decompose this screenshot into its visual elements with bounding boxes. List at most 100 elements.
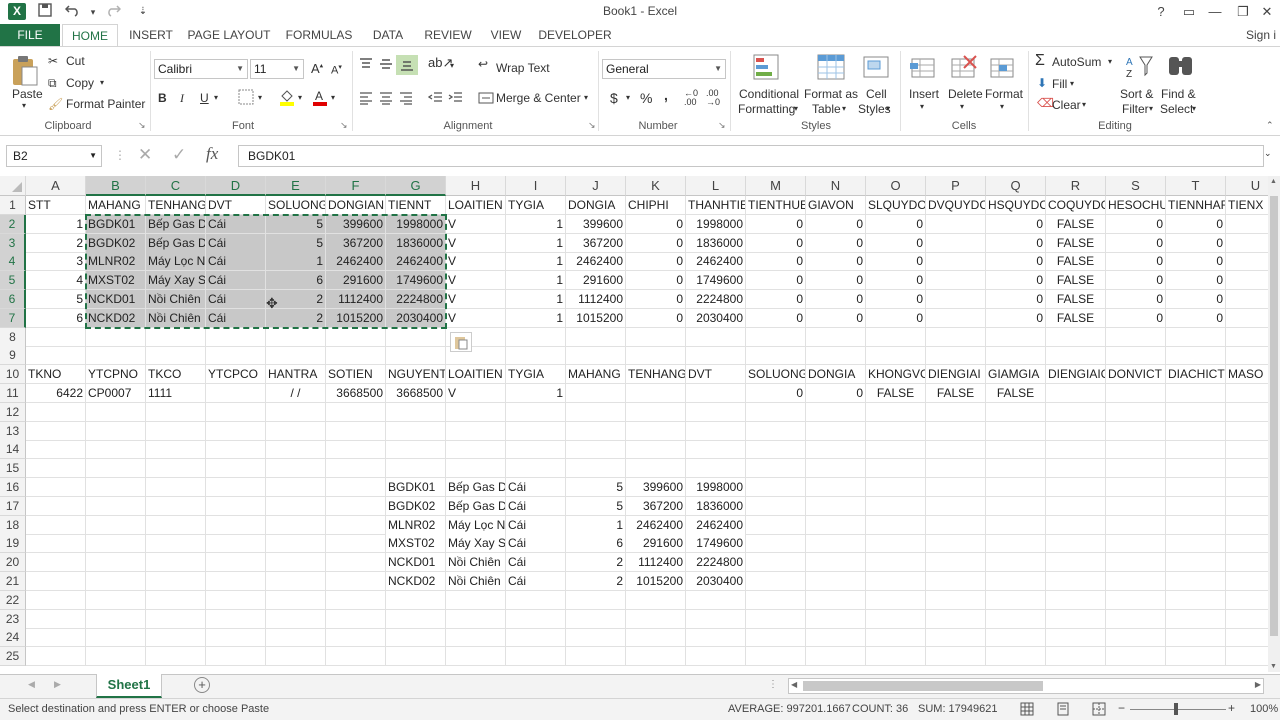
table-cell[interactable]: 0 bbox=[1166, 308, 1226, 328]
table-cell[interactable]: 0 bbox=[806, 271, 866, 291]
table-cell[interactable]: DONVICT bbox=[1106, 365, 1166, 385]
collapse-ribbon-icon[interactable]: ⌃ bbox=[1266, 120, 1274, 131]
table-cell[interactable] bbox=[926, 628, 986, 648]
table-cell[interactable] bbox=[86, 421, 146, 441]
table-cell[interactable]: Cái bbox=[506, 478, 566, 497]
table-cell[interactable] bbox=[1106, 459, 1166, 479]
table-cell[interactable] bbox=[146, 628, 206, 648]
tab-data[interactable]: DATA bbox=[366, 24, 410, 46]
table-cell[interactable] bbox=[566, 459, 626, 479]
format-as-table-button-line2[interactable]: Table bbox=[812, 102, 841, 116]
table-cell[interactable] bbox=[746, 553, 806, 573]
number-launcher-icon[interactable]: ↘ bbox=[718, 120, 726, 131]
table-cell[interactable] bbox=[26, 478, 86, 497]
table-cell[interactable] bbox=[1106, 609, 1166, 629]
table-cell[interactable] bbox=[1046, 590, 1106, 610]
table-cell[interactable]: 0 bbox=[986, 271, 1046, 291]
table-cell[interactable] bbox=[386, 590, 446, 610]
table-cell[interactable] bbox=[746, 440, 806, 460]
table-cell[interactable] bbox=[626, 459, 686, 479]
table-cell[interactable]: DONGIAN bbox=[326, 196, 386, 215]
table-cell[interactable] bbox=[86, 609, 146, 629]
table-cell[interactable] bbox=[986, 327, 1046, 347]
page-layout-view-icon[interactable] bbox=[1056, 702, 1070, 719]
table-cell[interactable] bbox=[506, 402, 566, 422]
row-header[interactable]: 20 bbox=[0, 553, 26, 573]
table-cell[interactable]: SLQUYDOI bbox=[866, 196, 926, 215]
table-cell[interactable] bbox=[326, 440, 386, 460]
table-cell[interactable] bbox=[326, 346, 386, 366]
table-cell[interactable] bbox=[326, 402, 386, 422]
table-cell[interactable]: 0 bbox=[866, 214, 926, 234]
table-cell[interactable] bbox=[1046, 421, 1106, 441]
table-cell[interactable] bbox=[1166, 402, 1226, 422]
column-header[interactable]: N bbox=[806, 176, 866, 196]
select-all-button[interactable] bbox=[0, 176, 26, 196]
cut-button[interactable]: Cut bbox=[66, 54, 85, 68]
table-cell[interactable] bbox=[86, 346, 146, 366]
table-cell[interactable] bbox=[1046, 496, 1106, 516]
table-cell[interactable]: 0 bbox=[1166, 252, 1226, 272]
table-cell[interactable] bbox=[866, 421, 926, 441]
table-cell[interactable] bbox=[146, 553, 206, 573]
table-cell[interactable] bbox=[1046, 628, 1106, 648]
autosum-icon[interactable]: Σ bbox=[1035, 52, 1045, 70]
table-cell[interactable] bbox=[26, 346, 86, 366]
cell-styles-dropdown-icon[interactable]: ▾ bbox=[886, 104, 890, 113]
orientation-dropdown-icon[interactable]: ▾ bbox=[450, 61, 454, 70]
table-cell[interactable] bbox=[746, 628, 806, 648]
insert-cells-icon[interactable] bbox=[909, 53, 939, 83]
table-cell[interactable]: 399600 bbox=[326, 214, 386, 234]
table-cell[interactable] bbox=[746, 572, 806, 591]
table-cell[interactable] bbox=[926, 609, 986, 629]
zoom-slider[interactable] bbox=[1130, 709, 1226, 710]
table-cell[interactable] bbox=[1166, 515, 1226, 535]
bold-button[interactable]: B bbox=[158, 91, 167, 105]
table-cell[interactable]: 0 bbox=[1106, 252, 1166, 272]
alignment-launcher-icon[interactable]: ↘ bbox=[588, 120, 596, 131]
column-header[interactable]: A bbox=[26, 176, 86, 196]
copy-icon[interactable]: ⧉ bbox=[48, 76, 57, 91]
table-cell[interactable] bbox=[386, 346, 446, 366]
table-cell[interactable] bbox=[866, 590, 926, 610]
table-cell[interactable] bbox=[626, 647, 686, 667]
format-as-table-icon[interactable] bbox=[816, 53, 846, 83]
table-cell[interactable]: / / bbox=[266, 384, 326, 403]
table-cell[interactable]: 0 bbox=[1106, 271, 1166, 291]
table-cell[interactable] bbox=[926, 515, 986, 535]
table-cell[interactable] bbox=[386, 402, 446, 422]
table-cell[interactable] bbox=[386, 440, 446, 460]
table-cell[interactable] bbox=[746, 478, 806, 497]
table-cell[interactable]: 0 bbox=[1166, 233, 1226, 253]
table-cell[interactable]: 2 bbox=[566, 553, 626, 573]
table-cell[interactable]: 1836000 bbox=[686, 496, 746, 516]
table-cell[interactable] bbox=[1046, 384, 1106, 403]
table-cell[interactable]: 1 bbox=[506, 214, 566, 234]
fill-color-icon[interactable] bbox=[278, 88, 296, 109]
column-header[interactable]: F bbox=[326, 176, 386, 196]
table-cell[interactable] bbox=[266, 496, 326, 516]
table-cell[interactable] bbox=[206, 421, 266, 441]
table-cell[interactable] bbox=[926, 440, 986, 460]
table-cell[interactable]: 0 bbox=[746, 290, 806, 309]
format-cells-icon[interactable] bbox=[988, 53, 1018, 83]
table-cell[interactable] bbox=[866, 478, 926, 497]
table-cell[interactable] bbox=[26, 496, 86, 516]
minimize-icon[interactable]: — bbox=[1202, 0, 1228, 24]
table-cell[interactable]: Cái bbox=[506, 553, 566, 573]
fill-button[interactable]: Fill bbox=[1052, 77, 1067, 91]
table-cell[interactable]: CP0007 bbox=[86, 384, 146, 403]
table-cell[interactable]: 2462400 bbox=[686, 515, 746, 535]
table-cell[interactable] bbox=[1106, 628, 1166, 648]
column-header[interactable]: S bbox=[1106, 176, 1166, 196]
table-cell[interactable] bbox=[986, 515, 1046, 535]
table-cell[interactable]: TKCO bbox=[146, 365, 206, 385]
table-cell[interactable]: 291600 bbox=[626, 534, 686, 554]
table-cell[interactable] bbox=[746, 496, 806, 516]
table-cell[interactable]: 2462400 bbox=[626, 515, 686, 535]
table-cell[interactable] bbox=[746, 346, 806, 366]
zoom-slider-thumb[interactable] bbox=[1174, 703, 1178, 715]
table-cell[interactable]: 1749600 bbox=[686, 271, 746, 291]
insert-dropdown-icon[interactable]: ▾ bbox=[920, 102, 924, 111]
table-cell[interactable]: 0 bbox=[806, 214, 866, 234]
